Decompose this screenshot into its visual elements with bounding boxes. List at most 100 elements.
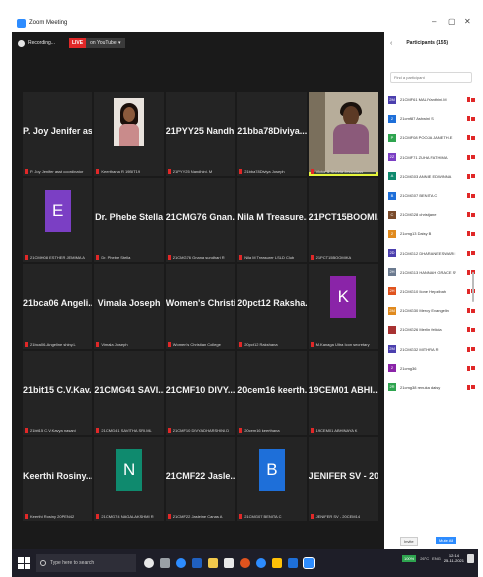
- video-tile[interactable]: N 21CMG74 NAGALAKSHMI R: [94, 436, 164, 521]
- zoom-taskbar-icon[interactable]: [256, 558, 266, 568]
- folder-icon[interactable]: [272, 558, 282, 568]
- video-tile[interactable]: Keerthana R 19BIT19: [94, 92, 164, 177]
- video-tile[interactable]: 21bit15 C.V.Kav... 21bit15 C.V.Kavya nasa…: [23, 350, 93, 435]
- recording-indicator[interactable]: Recording...: [18, 39, 55, 47]
- notification-icon[interactable]: [467, 553, 474, 563]
- mail-icon[interactable]: [224, 558, 234, 568]
- participant-avatar: 2H: [388, 287, 396, 296]
- participant-search-input[interactable]: [390, 72, 472, 83]
- participant-name-text: P. Joy Jenifer asst coordinator: [30, 169, 84, 175]
- participant-display-name: 21CMG76 Gnan...: [165, 212, 236, 223]
- zoom-window: Zoom Meeting – ▢ ✕ Recording... LIVE on …: [12, 14, 478, 549]
- muted-mic-icon: [467, 346, 470, 352]
- live-target-dropdown[interactable]: on YouTube ▾: [86, 38, 125, 48]
- video-tile[interactable]: 21PYY25 Nandh... 21PYY25 Nandhini. M: [165, 92, 236, 177]
- muted-mic-icon: [467, 97, 470, 103]
- video-tile[interactable]: 21PCT15BOOMI... 21PCT15BOOMIKA: [308, 178, 378, 263]
- video-tile[interactable]: Vimala Joseph Vimala Joseph: [94, 264, 164, 349]
- muted-mic-icon: [96, 169, 100, 175]
- participant-display-name: 21bit15 C.V.Kav...: [23, 384, 93, 395]
- participant-row[interactable]: 21CMG26 Merlin felicia: [388, 320, 476, 339]
- maximize-button[interactable]: ▢: [448, 17, 456, 26]
- participant-display-name: Dr. Phebe Stella: [95, 212, 164, 223]
- participant-name-text: M.Kanaga Ultra Icon secretary: [315, 341, 370, 347]
- video-tile[interactable]: K M.Kanaga Ultra Icon secretary: [308, 264, 378, 349]
- video-tile[interactable]: E 21CMH08 ESTHER JEMIMA A: [23, 178, 93, 263]
- clock[interactable]: 12:14 25-11-2021: [444, 553, 464, 563]
- participant-name-text: JENIFER SV - 20CEM14: [315, 513, 361, 519]
- participant-list-scrollbar[interactable]: [472, 272, 474, 302]
- language-indicator[interactable]: ENG: [432, 556, 441, 561]
- minimize-button[interactable]: –: [432, 17, 436, 26]
- participant-row[interactable]: 2R 21cmg38 renuka daisy: [388, 378, 476, 397]
- participant-row[interactable]: A 21CMG03 ANNIE EDWINNA: [388, 167, 476, 186]
- collapse-panel-icon[interactable]: ‹: [390, 40, 392, 47]
- task-view-icon[interactable]: [160, 558, 170, 568]
- window-title: Zoom Meeting: [29, 20, 68, 26]
- participant-avatar: B: [258, 448, 285, 491]
- close-button[interactable]: ✕: [464, 17, 471, 26]
- participant-row[interactable]: B 21CMG07 BENITA C: [388, 186, 476, 205]
- video-off-icon: [471, 174, 475, 179]
- participant-row[interactable]: 2 21cmf87 Ashwini S: [388, 109, 476, 128]
- video-tile[interactable]: B 21CMG07 BENITA C: [237, 436, 307, 521]
- video-tile[interactable]: Victor & Sheela Jessadass: [308, 92, 378, 177]
- video-tile[interactable]: P. Joy Jenifer as... P. Joy Jenifer asst …: [23, 92, 93, 177]
- chrome-icon[interactable]: [240, 558, 250, 568]
- participant-avatar: 2: [388, 229, 396, 238]
- participant-display-name: JENIFER SV - 20...: [308, 470, 378, 481]
- store-icon[interactable]: [192, 558, 202, 568]
- participant-row[interactable]: P 21CMF08 POOJA JANETH.E: [388, 128, 476, 147]
- participant-row[interactable]: 2M 21CMG32 MITHRA R: [388, 339, 476, 358]
- participant-name-label: P. Joy Jenifer asst coordinator: [25, 169, 90, 175]
- video-tile[interactable]: Dr. Phebe Stella Dr. Phebe Stella: [94, 178, 164, 263]
- muted-mic-icon: [467, 327, 470, 333]
- taskbar-search-box[interactable]: Type here to search: [36, 554, 136, 572]
- edge-icon[interactable]: [176, 558, 186, 568]
- live-badge[interactable]: LIVE: [68, 38, 87, 48]
- video-tile[interactable]: Women's Christi... Women's Christian Coll…: [165, 264, 236, 349]
- participant-avatar: 2R: [388, 383, 396, 392]
- video-tile[interactable]: 21bca06 Angeli... 21bca06-Angeline shiny.…: [23, 264, 93, 349]
- video-tile[interactable]: 20pct12 Raksha... 20pct12 Rakshana: [237, 264, 307, 349]
- video-tile[interactable]: 21CMG41 SAVI... 21CMG41 SAVITHA SRI.ML: [94, 350, 164, 435]
- invite-button[interactable]: Invite: [400, 537, 418, 546]
- video-tile[interactable]: 21CMG76 Gnan... 21CMG76 Gnana sundhari R: [165, 178, 236, 263]
- participant-name: 21CMG07 BENITA C: [400, 193, 438, 199]
- system-tray: 100% 26°C ENG 12:14 25-11-2021: [401, 553, 474, 563]
- participant-row[interactable]: 2Z 21CMF71 ZUHA FATHIMA: [388, 148, 476, 167]
- video-tile[interactable]: Keerthi Rosiny... Keerthi Rosiny 20PEN42: [23, 436, 93, 521]
- muted-mic-icon: [25, 341, 28, 347]
- zoom-active-icon[interactable]: [303, 557, 315, 569]
- file-explorer-icon[interactable]: [208, 558, 218, 568]
- mute-all-button[interactable]: Mute All: [436, 537, 457, 544]
- participant-row[interactable]: 2 21cmg36: [388, 359, 476, 378]
- word-icon[interactable]: [288, 558, 298, 568]
- participant-row[interactable]: 2M 21CMG30 Mercy Evangelin: [388, 301, 476, 320]
- participants-panel: ‹ Participants (155) 2M 21CMF61 MALIYanth…: [384, 32, 478, 549]
- profile-photo: [114, 98, 145, 146]
- video-tile[interactable]: 19CEM01 ABHI... 19CEM01 ABHINAYA K: [308, 350, 378, 435]
- participant-row[interactable]: C 21CMG28 christjane: [388, 205, 476, 224]
- participant-row[interactable]: 2H 21CMG10 Ilone Hepzibah: [388, 282, 476, 301]
- battery-indicator[interactable]: 100%: [401, 554, 417, 562]
- weather-temp[interactable]: 26°C: [420, 556, 429, 561]
- video-tile[interactable]: 20cem16 keerth... 20cem16 keerthana: [237, 350, 307, 435]
- muted-mic-icon: [467, 308, 470, 314]
- participant-row[interactable]: 2 21cmg13 Daisy B: [388, 224, 476, 243]
- participant-display-name: Vimala Joseph: [97, 298, 161, 309]
- windows-start-icon[interactable]: [18, 557, 30, 569]
- video-tile[interactable]: JENIFER SV - 20... JENIFER SV - 20CEM14: [308, 436, 378, 521]
- cortana-icon[interactable]: [144, 558, 154, 568]
- video-tile[interactable]: 21CMF10 DIVY... 21CMF10 DIVYADHARSHINI.D: [165, 350, 236, 435]
- muted-mic-icon: [96, 427, 100, 433]
- video-tile[interactable]: 21CMF22 Jasle... 21CMF22 Jasleine Canas A: [165, 436, 236, 521]
- participant-name-text: 21bca06-Angeline shiny.L: [30, 341, 76, 347]
- video-off-icon: [471, 116, 475, 121]
- video-tile[interactable]: Nila M Treasure... Nila M Treasurer LSLD …: [237, 178, 307, 263]
- participant-row[interactable]: 2D 21CMG12 DHARANEESWARI R: [388, 244, 476, 263]
- participant-row[interactable]: 2M 21CMF61 MALIYanthini.M: [388, 90, 476, 109]
- participant-row[interactable]: 2H 21CMG13 HANNAH GRACE SWE...: [388, 263, 476, 282]
- video-tile[interactable]: 21bba78Diviya... 21bba78Diviya Joseph: [237, 92, 307, 177]
- participant-name-label: 21CMF10 DIVYADHARSHINI.D: [167, 427, 233, 433]
